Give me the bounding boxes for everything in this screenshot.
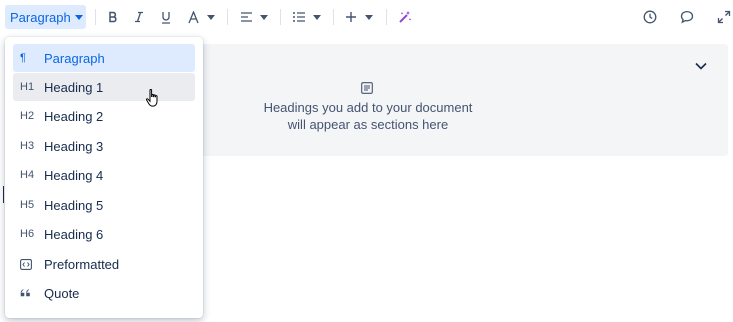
comment-icon[interactable] <box>678 6 696 28</box>
toolbar-divider <box>333 9 334 25</box>
quote-icon <box>13 289 44 297</box>
italic-icon[interactable] <box>131 6 147 28</box>
menu-item-label: Heading 4 <box>44 167 104 183</box>
heading-4-icon: H4 <box>20 169 35 181</box>
menu-item-quote[interactable]: Quote <box>13 279 195 307</box>
editor-toolbar: Paragraph <box>0 0 733 34</box>
bold-icon[interactable] <box>105 6 121 28</box>
menu-item-heading-6[interactable]: H6 Heading 6 <box>13 220 195 248</box>
toc-placeholder-line2: will appear as sections here <box>287 117 449 132</box>
menu-item-label: Quote <box>44 285 80 301</box>
menu-item-heading-5[interactable]: H5 Heading 5 <box>13 191 195 219</box>
menu-item-label: Heading 1 <box>44 79 104 95</box>
insert-plus-icon <box>346 12 356 22</box>
text-color-icon <box>188 10 199 23</box>
heading-6-icon: H6 <box>20 228 35 240</box>
table-of-contents-panel: Headings you add to your document will a… <box>186 44 728 156</box>
menu-item-heading-1[interactable]: H1 Heading 1 <box>13 73 195 101</box>
text-cursor <box>3 186 4 203</box>
list-button[interactable] <box>290 6 323 28</box>
hand-pointer-cursor-icon <box>145 89 158 107</box>
menu-item-heading-3[interactable]: H3 Heading 3 <box>13 132 195 160</box>
chevron-down-icon <box>74 14 83 20</box>
menu-item-label: Heading 2 <box>44 108 104 124</box>
toolbar-divider <box>227 9 228 25</box>
pilcrow-icon: ¶ <box>20 52 26 64</box>
toc-placeholder-line1: Headings you add to your document <box>263 100 473 115</box>
chevron-down-icon[interactable] <box>694 61 708 71</box>
chevron-down-icon <box>260 14 268 20</box>
toolbar-divider <box>280 9 281 25</box>
fullscreen-icon[interactable] <box>715 6 733 28</box>
alignment-button[interactable] <box>238 6 270 28</box>
preformatted-code-icon <box>13 258 44 270</box>
menu-item-label: Paragraph <box>44 50 105 66</box>
text-style-dropdown[interactable]: Paragraph <box>5 5 86 29</box>
align-left-icon <box>241 12 252 22</box>
underline-icon[interactable] <box>158 6 174 28</box>
chevron-down-icon <box>207 14 215 20</box>
toolbar-divider <box>386 9 387 25</box>
history-clock-icon[interactable] <box>641 6 659 28</box>
text-style-menu: ¶ Paragraph H1 Heading 1 H2 Heading 2 H3… <box>5 37 203 318</box>
text-style-label: Paragraph <box>10 9 71 25</box>
document-icon <box>361 82 373 94</box>
insert-button[interactable] <box>343 6 375 28</box>
heading-2-icon: H2 <box>20 110 35 122</box>
menu-item-label: Heading 3 <box>44 138 104 154</box>
heading-1-icon: H1 <box>20 81 35 93</box>
menu-item-heading-2[interactable]: H2 Heading 2 <box>13 102 195 130</box>
toolbar-divider <box>95 9 96 25</box>
menu-item-heading-4[interactable]: H4 Heading 4 <box>13 161 195 189</box>
chevron-down-icon <box>365 14 373 20</box>
chevron-down-icon <box>313 14 321 20</box>
text-color-button[interactable] <box>185 6 217 28</box>
ai-magic-wand-icon[interactable] <box>396 6 414 28</box>
menu-item-label: Heading 5 <box>44 197 104 213</box>
menu-item-paragraph[interactable]: ¶ Paragraph <box>13 44 195 72</box>
menu-item-label: Preformatted <box>44 256 120 272</box>
menu-item-label: Heading 6 <box>44 226 104 242</box>
bullet-list-icon <box>293 12 305 22</box>
heading-5-icon: H5 <box>20 199 35 211</box>
editor-page: Paragraph Headings you add to your docum… <box>0 0 733 322</box>
menu-item-preformatted[interactable]: Preformatted <box>13 250 195 278</box>
heading-3-icon: H3 <box>20 140 35 152</box>
